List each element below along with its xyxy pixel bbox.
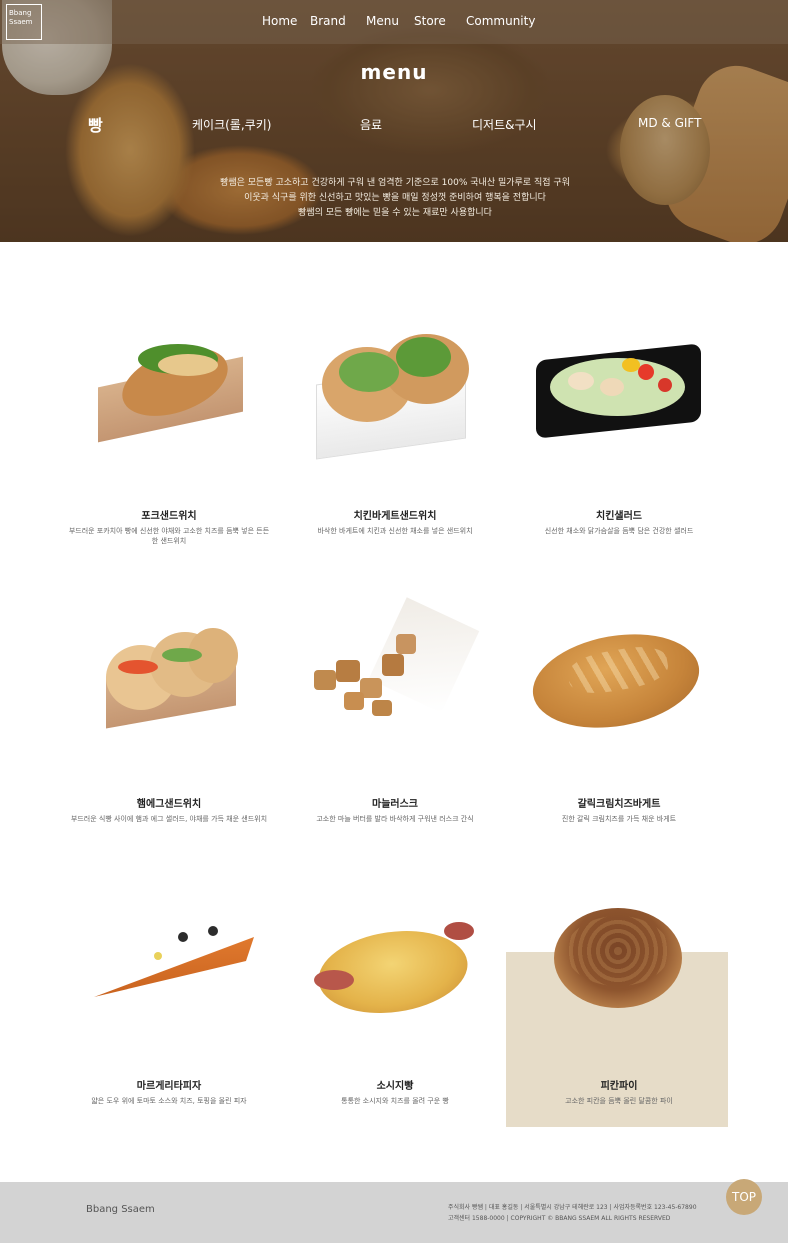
product-card[interactable]: 치킨샐러드 신선한 채소와 닭가슴살을 듬뿍 담은 건강한 샐러드 xyxy=(508,312,730,535)
tab-bread[interactable]: 빵 xyxy=(88,112,103,136)
product-card[interactable]: 치킨바게트샌드위치 바삭한 바게트에 치킨과 신선한 채소를 넣은 샌드위치 xyxy=(284,312,506,535)
product-card-hovered[interactable]: 피칸파이 고소한 피칸을 듬뿍 올린 달콤한 파이 xyxy=(506,882,730,1127)
top-navigation-bar: Bbang Ssaem Home Brand Menu Store Commun… xyxy=(0,0,788,44)
product-image xyxy=(284,312,506,487)
nav-community[interactable]: Community xyxy=(466,14,546,28)
product-image xyxy=(508,312,730,487)
category-tabs: 빵 케이크(롤,쿠키) 음료 디저트&구시 MD & GIFT xyxy=(0,116,788,140)
page-title: menu xyxy=(360,60,428,84)
main-nav: Home Brand Menu Store Community xyxy=(262,14,546,28)
product-grid: 포크샌드위치 부드러운 포카치아 빵에 신선한 야채와 고소한 치즈를 듬뿍 넣… xyxy=(0,242,788,1182)
site-logo[interactable]: Bbang Ssaem xyxy=(6,4,42,40)
product-image xyxy=(58,312,280,487)
menu-intro-text: 빵쌤은 모든빵 고소하고 건강하게 구워 낸 엄격한 기준으로 100% 국내산… xyxy=(220,178,570,218)
product-card[interactable]: 마늘러스크 고소한 마늘 버터를 발라 바삭하게 구워낸 러스크 간식 xyxy=(284,597,506,823)
nav-brand[interactable]: Brand xyxy=(310,14,366,28)
product-image xyxy=(58,600,280,775)
footer-info: 주식회사 빵쌤 | 대표 홍길동 | 서울특별시 강남구 테헤란로 123 | … xyxy=(448,1204,697,1222)
product-card[interactable]: 소시지빵 통통한 소시지와 치즈를 올려 구운 빵 xyxy=(284,882,506,1105)
product-image xyxy=(284,597,506,775)
tab-md-gift[interactable]: MD & GIFT xyxy=(638,116,701,130)
site-footer: Bbang Ssaem 주식회사 빵쌤 | 대표 홍길동 | 서울특별시 강남구… xyxy=(0,1182,788,1243)
tab-cake[interactable]: 케이크(롤,쿠키) xyxy=(192,116,271,133)
product-card[interactable]: 포크샌드위치 부드러운 포카치아 빵에 신선한 야채와 고소한 치즈를 듬뿍 넣… xyxy=(58,312,280,545)
product-card[interactable]: 햄에그샌드위치 부드러운 식빵 사이에 햄과 에그 샐러드, 야채를 가득 채운… xyxy=(58,600,280,823)
tab-dessert[interactable]: 디저트&구시 xyxy=(472,116,537,133)
tab-drink[interactable]: 음료 xyxy=(360,116,382,133)
product-image xyxy=(508,600,730,775)
product-card[interactable]: 갈릭크림치즈바게트 진한 갈릭 크림치즈를 가득 채운 바게트 xyxy=(508,600,730,823)
product-image xyxy=(508,882,730,1057)
nav-menu[interactable]: Menu xyxy=(366,14,414,28)
product-image xyxy=(284,882,506,1057)
footer-logo: Bbang Ssaem xyxy=(86,1204,155,1215)
product-image xyxy=(58,882,280,1057)
nav-home[interactable]: Home xyxy=(262,14,310,28)
nav-store[interactable]: Store xyxy=(414,14,466,28)
product-card[interactable]: 마르게리타피자 얇은 도우 위에 토마토 소스와 치즈, 토핑을 올린 피자 xyxy=(58,882,280,1105)
scroll-top-button[interactable]: TOP xyxy=(726,1179,762,1215)
hero-banner: Bbang Ssaem Home Brand Menu Store Commun… xyxy=(0,0,788,242)
